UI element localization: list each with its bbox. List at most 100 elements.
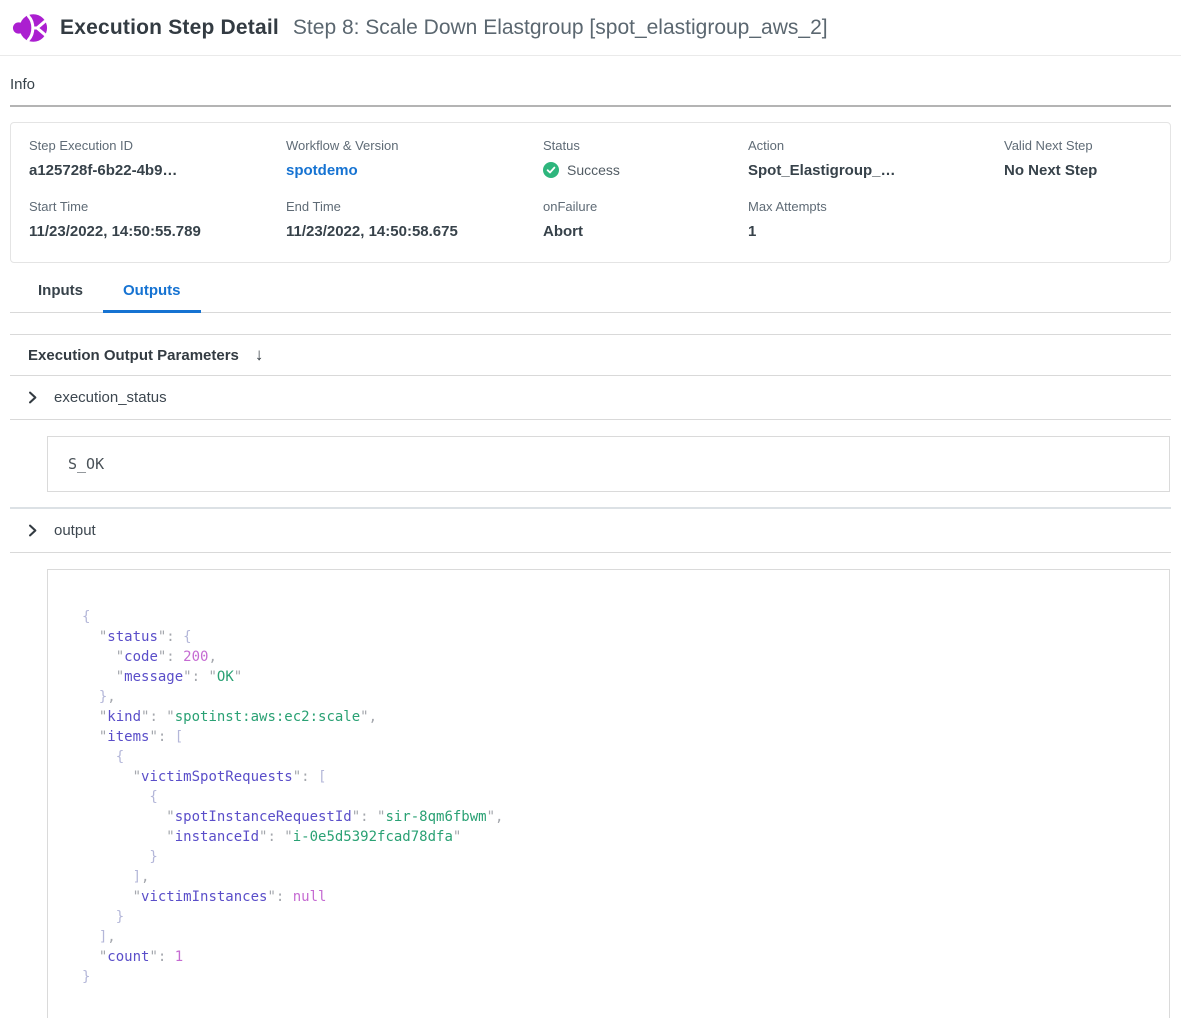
field-label: Step Execution ID [29, 138, 286, 153]
code-line: "spotInstanceRequestId": "sir-8qm6fbwm", [82, 807, 1149, 827]
code-token: ": " [183, 669, 217, 685]
field-value: Abort [543, 223, 748, 240]
code-token: ] [82, 929, 107, 945]
code-token: , [107, 929, 115, 945]
code-token: null [293, 889, 327, 905]
code-line: "count": 1 [82, 947, 1149, 967]
code-token: " [82, 709, 107, 725]
code-line: { [82, 787, 1149, 807]
code-line: ], [82, 927, 1149, 947]
code-line: } [82, 847, 1149, 867]
json-code: { "status": { "code": 200, "message": "O… [82, 607, 1149, 987]
field-valid-next-step: Valid Next Step No Next Step [1004, 138, 1152, 179]
code-token: " [82, 769, 141, 785]
field-label: Valid Next Step [1004, 138, 1152, 153]
group-name: output [54, 522, 96, 539]
success-check-icon [543, 162, 559, 178]
code-token: " [82, 629, 107, 645]
code-token: } [82, 849, 158, 865]
code-token: " [82, 829, 175, 845]
code-token: " [82, 669, 124, 685]
execution-output-parameters-title: Execution Output Parameters [28, 347, 239, 364]
field-value: 11/23/2022, 14:50:58.675 [286, 223, 543, 240]
code-token: ": " [259, 829, 293, 845]
field-value: No Next Step [1004, 162, 1152, 179]
chevron-right-icon[interactable] [26, 524, 39, 537]
execution-status-value-panel: S_OK [47, 436, 1170, 492]
code-line: } [82, 907, 1149, 927]
field-value: Spot_Elastigroup_… [748, 162, 1004, 179]
field-label: Status [543, 138, 748, 153]
output-json-panel: { "status": { "code": 200, "message": "O… [47, 569, 1170, 1018]
code-line: { [82, 607, 1149, 627]
code-token: victimSpotRequests [141, 769, 293, 785]
code-token: spotinst:aws:ec2:scale [175, 709, 360, 725]
field-step-execution-id: Step Execution ID a125728f-6b22-4b9… [29, 138, 286, 179]
code-token: } [82, 969, 90, 985]
code-token: ": [149, 949, 174, 965]
code-token: 200 [183, 649, 208, 665]
workflow-link[interactable]: spotdemo [286, 162, 543, 179]
code-token: { [82, 609, 90, 625]
code-token: " [82, 729, 107, 745]
field-value: 1 [748, 223, 1004, 240]
code-line: "items": [ [82, 727, 1149, 747]
code-token: " [234, 669, 242, 685]
code-token: sir-8qm6fbwm [385, 809, 486, 825]
field-label: Action [748, 138, 1004, 153]
code-line: ], [82, 867, 1149, 887]
code-token: ": [158, 649, 183, 665]
download-arrow-icon[interactable]: ↓ [255, 345, 264, 365]
code-token: " [453, 829, 461, 845]
code-token: { [82, 789, 158, 805]
group-output[interactable]: output [10, 509, 1171, 553]
group-name: execution_status [54, 389, 167, 406]
chevron-right-icon[interactable] [26, 391, 39, 404]
code-token: " [82, 949, 107, 965]
code-token: ": " [352, 809, 386, 825]
field-label: End Time [286, 199, 543, 214]
execution-output-parameters-bar: Execution Output Parameters ↓ [10, 334, 1171, 376]
code-line: { [82, 747, 1149, 767]
brand-logo-icon [12, 10, 48, 46]
code-token: , [208, 649, 216, 665]
tab-outputs[interactable]: Outputs [103, 269, 201, 313]
page-subtitle: Step 8: Scale Down Elastgroup [spot_elas… [293, 16, 828, 40]
code-token: kind [107, 709, 141, 725]
code-token: ": [149, 729, 174, 745]
info-section-label: Info [10, 56, 1171, 105]
code-line: } [82, 967, 1149, 987]
code-token: } [82, 689, 107, 705]
code-token: [ [175, 729, 183, 745]
code-token: " [82, 649, 124, 665]
page-header: Execution Step Detail Step 8: Scale Down… [0, 0, 1181, 56]
field-action: Action Spot_Elastigroup_… [748, 138, 1004, 179]
field-label: Workflow & Version [286, 138, 543, 153]
field-value: a125728f-6b22-4b9… [29, 162, 286, 179]
code-token: 1 [175, 949, 183, 965]
code-token: items [107, 729, 149, 745]
code-token: i-0e5d5392fcad78dfa [293, 829, 453, 845]
field-label: Start Time [29, 199, 286, 214]
code-line: }, [82, 687, 1149, 707]
code-token: ", [360, 709, 377, 725]
code-line: "instanceId": "i-0e5d5392fcad78dfa" [82, 827, 1149, 847]
field-max-attempts: Max Attempts 1 [748, 199, 1004, 240]
code-token: instanceId [175, 829, 259, 845]
code-token: ", [487, 809, 504, 825]
field-workflow-version: Workflow & Version spotdemo [286, 138, 543, 179]
code-line: "message": "OK" [82, 667, 1149, 687]
code-token: code [124, 649, 158, 665]
code-token: ": [158, 629, 183, 645]
code-token: " [82, 809, 175, 825]
field-label: Max Attempts [748, 199, 1004, 214]
step-info-card: Step Execution ID a125728f-6b22-4b9… Wor… [10, 122, 1171, 263]
field-start-time: Start Time 11/23/2022, 14:50:55.789 [29, 199, 286, 240]
info-section-divider [10, 105, 1171, 107]
code-token: spotInstanceRequestId [175, 809, 352, 825]
code-token: ": [293, 769, 318, 785]
field-end-time: End Time 11/23/2022, 14:50:58.675 [286, 199, 543, 240]
code-line: "victimSpotRequests": [ [82, 767, 1149, 787]
tab-inputs[interactable]: Inputs [18, 269, 103, 313]
group-execution-status[interactable]: execution_status [10, 376, 1171, 420]
